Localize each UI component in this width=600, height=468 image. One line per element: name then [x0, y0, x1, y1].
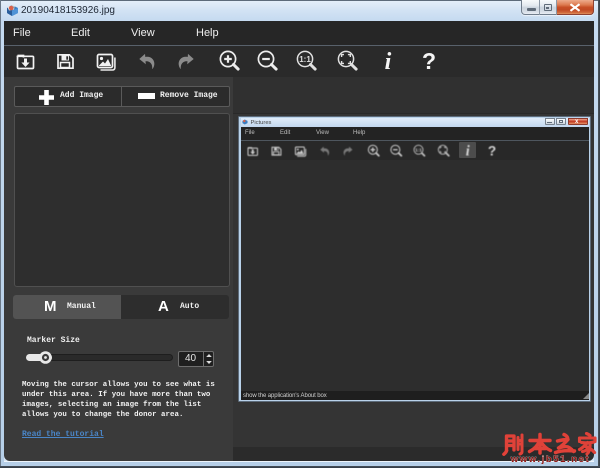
- svg-text:www.jb51.net: www.jb51.net: [510, 454, 591, 465]
